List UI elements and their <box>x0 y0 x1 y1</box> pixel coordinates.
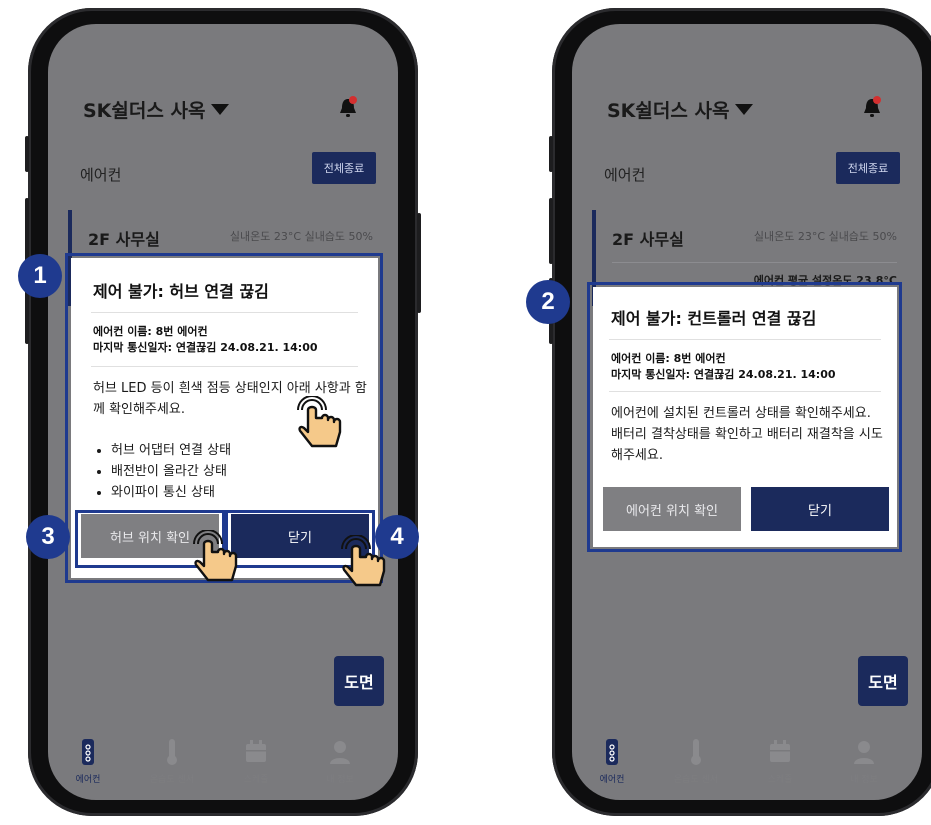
nav-label: 온습도 센서 <box>673 775 719 785</box>
mute-switch <box>25 136 29 172</box>
tap-gesture-icon <box>297 396 342 448</box>
nav-item-sensor[interactable]: 온습도 센서 <box>656 738 736 785</box>
divider <box>612 262 897 263</box>
floor-plan-button[interactable]: 도면 <box>334 656 384 706</box>
annotation-badge-2: 2 <box>526 280 570 324</box>
user-icon <box>854 741 874 764</box>
mute-switch <box>549 136 553 172</box>
calendar-icon <box>770 740 790 762</box>
annotation-outline-2 <box>587 282 902 552</box>
app-header: SK쉴더스 사옥 <box>83 86 398 126</box>
nav-item-schedule[interactable]: 스케줄 <box>740 738 820 785</box>
annotation-badge-3: 3 <box>26 515 70 559</box>
remote-control-icon <box>606 739 618 765</box>
room-name: 2F 사무실 <box>612 230 684 249</box>
nav-item-sensor[interactable]: 온습도 센서 <box>132 738 212 785</box>
bell-icon[interactable] <box>862 96 882 120</box>
site-dropdown-caret-icon[interactable] <box>735 104 753 115</box>
room-environment: 실내온도 23°C 실내습도 50% <box>753 230 897 243</box>
nav-item-my-info[interactable]: 내 정보 <box>300 738 380 785</box>
nav-label: 에어컨 <box>75 775 101 785</box>
section-title: 에어컨 <box>604 166 646 184</box>
all-off-button[interactable]: 전체종료 <box>836 152 900 184</box>
nav-item-aircon[interactable]: 에어컨 <box>572 738 652 785</box>
nav-label: 내 정보 <box>850 775 878 785</box>
user-icon <box>330 741 350 764</box>
tap-gesture-icon <box>341 535 386 587</box>
bell-icon[interactable] <box>338 96 358 120</box>
nav-label: 스케줄 <box>243 775 269 785</box>
section-title: 에어컨 <box>80 166 122 184</box>
nav-label: 에어컨 <box>599 775 625 785</box>
thermometer-icon <box>691 739 701 765</box>
thermometer-icon <box>167 739 177 765</box>
volume-up-button <box>25 198 29 264</box>
floor-plan-button[interactable]: 도면 <box>858 656 908 706</box>
volume-up-button <box>549 198 553 264</box>
nav-label: 스케줄 <box>767 775 793 785</box>
site-name[interactable]: SK쉴더스 사옥 <box>83 96 205 123</box>
site-dropdown-caret-icon[interactable] <box>211 104 229 115</box>
remote-control-icon <box>82 739 94 765</box>
all-off-button[interactable]: 전체종료 <box>312 152 376 184</box>
calendar-icon <box>246 740 266 762</box>
app-header: SK쉴더스 사옥 <box>607 86 922 126</box>
room-name: 2F 사무실 <box>88 230 160 249</box>
nav-label: 내 정보 <box>326 775 354 785</box>
annotation-badge-1: 1 <box>18 254 62 298</box>
power-button <box>417 213 421 313</box>
site-name[interactable]: SK쉴더스 사옥 <box>607 96 729 123</box>
tap-gesture-icon <box>193 530 238 582</box>
nav-label: 온습도 센서 <box>149 775 195 785</box>
nav-item-my-info[interactable]: 내 정보 <box>824 738 904 785</box>
room-environment: 실내온도 23°C 실내습도 50% <box>229 230 373 243</box>
nav-item-aircon[interactable]: 에어컨 <box>48 738 128 785</box>
nav-item-schedule[interactable]: 스케줄 <box>216 738 296 785</box>
